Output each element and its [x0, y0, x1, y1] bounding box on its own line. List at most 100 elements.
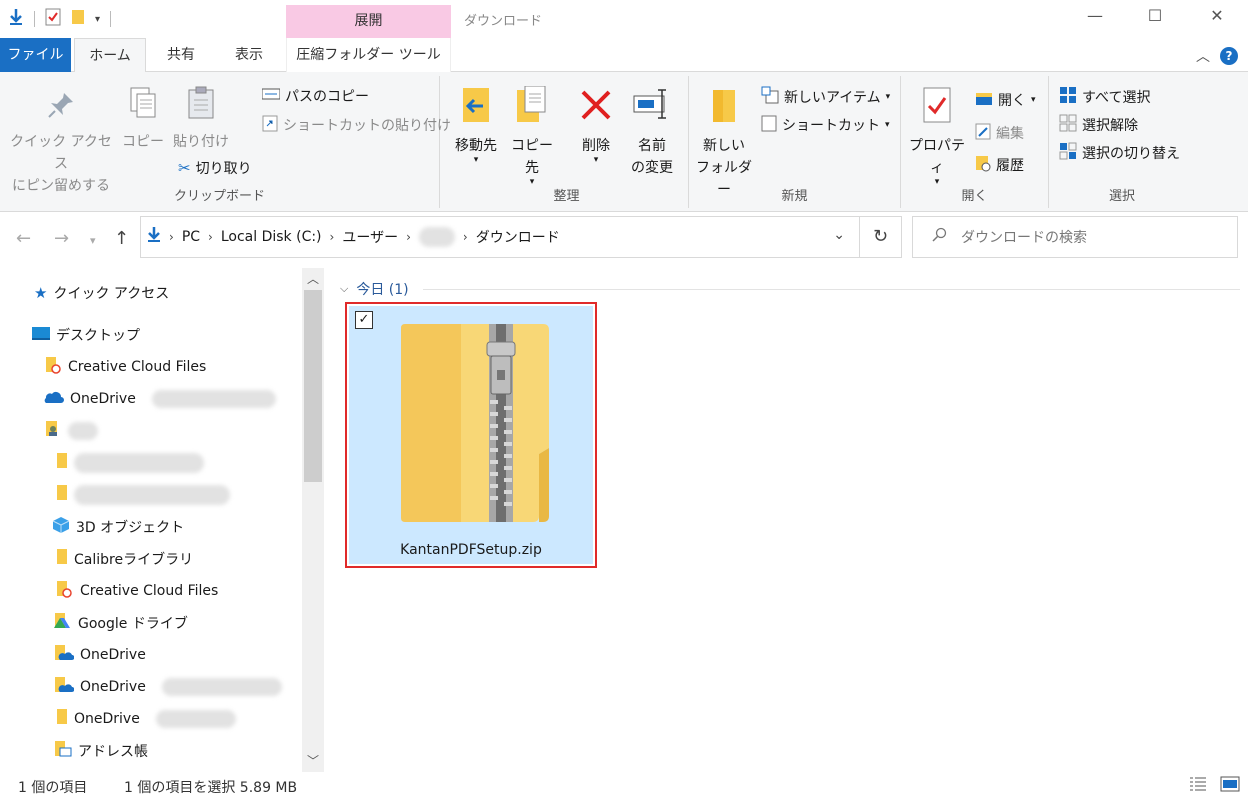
sidebar-item-creative-cloud-files-2[interactable]: Creative Cloud Files	[56, 577, 218, 605]
sidebar-item-calibre-library[interactable]: Calibreライブラリ	[56, 545, 193, 573]
paste-button[interactable]: 貼り付け	[170, 86, 232, 153]
selection-info: 1 個の項目を選択 5.89 MB	[124, 780, 298, 796]
tab-compressed-folder-tools[interactable]: 圧縮フォルダー ツール	[286, 38, 451, 72]
edit-button[interactable]: 編集	[975, 122, 1024, 144]
breadcrumb-user-redacted[interactable]	[418, 227, 455, 247]
copy-to-button[interactable]: コピー先 ▾	[505, 85, 559, 187]
help-icon[interactable]: ?	[1220, 47, 1238, 65]
new-group-label: 新規	[781, 189, 808, 204]
group-header-today[interactable]: ⌵ 今日 (1)	[340, 278, 1240, 300]
rename-icon	[623, 86, 681, 131]
scroll-up-icon[interactable]: ︿	[302, 268, 324, 290]
sidebar-item-onedrive-folder[interactable]: OneDrive	[54, 673, 282, 701]
new-folder-button[interactable]: 新しい フォルダー	[693, 86, 755, 201]
sidebar-item-folder[interactable]	[56, 481, 230, 509]
sidebar-item-3d-objects[interactable]: 3D オブジェクト	[52, 513, 184, 541]
cut-button[interactable]: ✂ 切り取り	[178, 158, 252, 178]
tab-home[interactable]: ホーム	[74, 38, 146, 73]
paste-shortcut-icon	[262, 114, 278, 136]
breadcrumb-local-disk[interactable]: Local Disk (C:)	[221, 229, 322, 245]
ribbon: クイック アクセス にピン留めする コピー 貼り付け パスのコピー ショートカッ…	[0, 72, 1248, 212]
download-arrow-icon[interactable]	[8, 8, 24, 30]
chevron-right-icon: ›	[208, 230, 213, 244]
sidebar-item-desktop[interactable]: デスクトップ	[32, 321, 140, 349]
back-arrow-icon[interactable]: ←	[16, 228, 31, 249]
desktop-icon	[32, 326, 50, 344]
folder-icon	[56, 548, 68, 570]
sidebar-item-google-drive[interactable]: Google ドライブ	[52, 609, 188, 637]
up-arrow-icon[interactable]: ↑	[114, 228, 129, 249]
collapse-ribbon-icon[interactable]: ︿	[1196, 46, 1210, 66]
new-folder-icon[interactable]	[71, 9, 85, 29]
clipboard-group: クイック アクセス にピン留めする コピー 貼り付け パスのコピー ショートカッ…	[0, 76, 451, 208]
refresh-icon[interactable]: ↻	[859, 217, 901, 257]
breadcrumb-downloads[interactable]: ダウンロード	[476, 227, 560, 247]
sidebar-item-quick-access[interactable]: ★ クイック アクセス	[34, 279, 169, 307]
address-history-chevron-icon[interactable]: ⌄	[833, 227, 845, 243]
move-to-button[interactable]: 移動先 ▾	[449, 86, 503, 165]
large-icons-view-icon[interactable]	[1220, 775, 1240, 797]
properties-icon[interactable]	[45, 8, 61, 30]
open-button[interactable]: 開く ▾	[975, 90, 1036, 110]
history-button[interactable]: 履歴	[975, 154, 1024, 176]
shortcut-icon	[761, 114, 777, 136]
file-item[interactable]: ✓ KantanPDFSetup.zip	[345, 302, 597, 568]
chevron-right-icon: ›	[329, 230, 335, 244]
search-box[interactable]: ダウンロードの検索	[912, 216, 1238, 258]
creative-cloud-folder-icon	[56, 580, 74, 602]
paste-shortcut-button[interactable]: ショートカットの貼り付け	[262, 114, 451, 136]
properties-check-icon	[905, 86, 969, 131]
clipboard-group-label: クリップボード	[173, 189, 265, 204]
chevron-right-icon: ›	[462, 230, 468, 244]
path-icon	[261, 88, 281, 104]
3d-cube-icon	[52, 516, 70, 538]
tab-file[interactable]: ファイル	[0, 38, 71, 72]
item-checkbox[interactable]: ✓	[355, 311, 373, 329]
sidebar-item-folder[interactable]	[56, 449, 204, 477]
minimize-button[interactable]: —	[1083, 6, 1107, 25]
status-bar: 1 個の項目 1 個の項目を選択 5.89 MB	[0, 772, 1248, 800]
sidebar-item-onedrive-folder[interactable]: OneDrive	[54, 641, 146, 669]
search-icon	[931, 227, 947, 247]
maximize-button[interactable]: ☐	[1143, 6, 1167, 25]
breadcrumb-users[interactable]: ユーザー	[342, 227, 398, 247]
sidebar-item-onedrive[interactable]: OneDrive	[42, 385, 276, 413]
pin-to-quick-access-button[interactable]: クイック アクセス にピン留めする	[6, 90, 116, 197]
select-all-icon	[1059, 86, 1077, 108]
new-item-button[interactable]: 新しいアイテム ▾	[761, 86, 890, 108]
chevron-right-icon: ›	[406, 230, 411, 244]
tab-view[interactable]: 表示	[218, 38, 280, 72]
tab-share[interactable]: 共有	[150, 38, 212, 72]
copy-button[interactable]: コピー	[120, 86, 166, 153]
scroll-down-icon[interactable]: ﹀	[302, 750, 324, 772]
chevron-right-icon: ›	[169, 230, 174, 244]
sidebar-item-address-book[interactable]: アドレス帳	[54, 737, 148, 765]
properties-button[interactable]: プロパティ ▾	[905, 86, 969, 187]
file-name-label: KantanPDFSetup.zip	[400, 542, 542, 558]
close-button[interactable]: ✕	[1205, 6, 1229, 25]
rename-button[interactable]: 名前 の変更	[623, 86, 681, 179]
delete-x-icon	[569, 86, 623, 131]
window-title: ダウンロード	[464, 14, 543, 29]
folder-icon	[56, 484, 68, 506]
easy-access-button[interactable]: ショートカット ▾	[761, 114, 890, 136]
details-view-icon[interactable]	[1188, 775, 1208, 797]
select-none-icon	[1059, 114, 1077, 136]
customize-toolbar-icon[interactable]: ▾	[95, 14, 100, 25]
recent-locations-chevron-icon[interactable]: ▾	[90, 234, 96, 247]
delete-button[interactable]: 削除 ▾	[569, 86, 623, 165]
sidebar-item-creative-cloud-files[interactable]: Creative Cloud Files	[44, 353, 206, 381]
forward-arrow-icon[interactable]: →	[54, 228, 69, 249]
sidebar-item-onedrive-folder[interactable]: OneDrive	[56, 705, 236, 733]
invert-selection-button[interactable]: 選択の切り替え	[1059, 142, 1180, 164]
select-none-button[interactable]: 選択解除	[1059, 114, 1138, 136]
copy-path-button[interactable]: パスのコピー	[261, 86, 369, 106]
breadcrumb-pc[interactable]: PC	[182, 229, 200, 245]
sidebar-item-user-folder[interactable]	[44, 417, 98, 445]
select-all-button[interactable]: すべて選択	[1059, 86, 1150, 108]
address-bar[interactable]: › PC › Local Disk (C:) › ユーザー › › ダウンロード…	[140, 216, 902, 258]
edit-icon	[975, 122, 991, 144]
zip-folder-icon	[397, 320, 553, 530]
sidebar-scroll-thumb[interactable]	[304, 290, 322, 482]
organize-group: 移動先 ▾ コピー先 ▾ 削除 ▾ 名前 の変更 整理	[445, 76, 689, 208]
